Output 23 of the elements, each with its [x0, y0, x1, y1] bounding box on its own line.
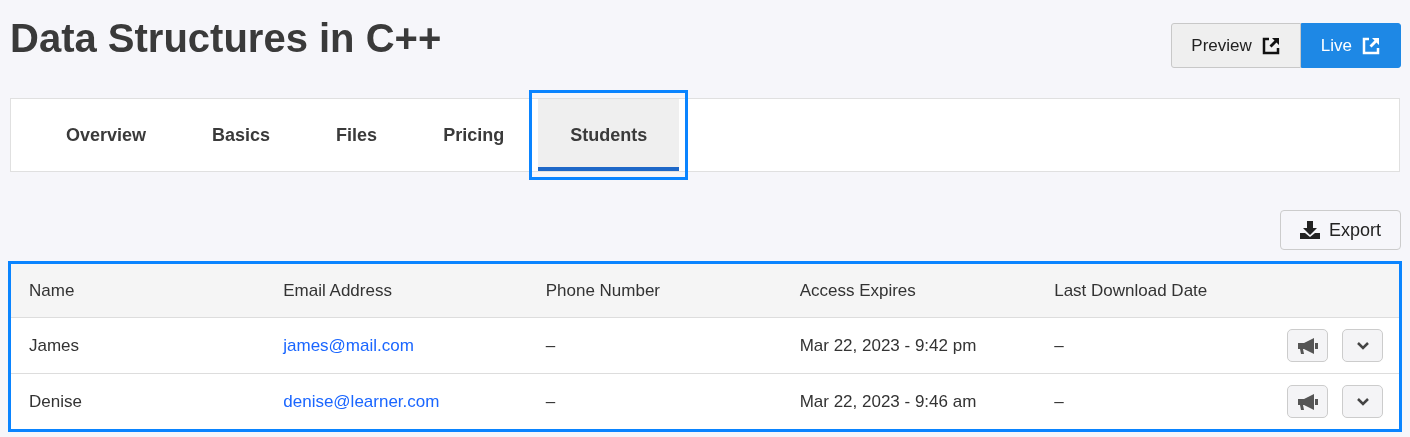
email-link[interactable]: james@mail.com [283, 335, 414, 355]
table-cell: – [545, 335, 556, 355]
tab[interactable]: Basics [180, 99, 303, 171]
tab[interactable]: Overview [34, 99, 179, 171]
table-cell: – [545, 391, 556, 411]
column-header: Access Expires [799, 280, 916, 300]
table-cell: Mar 22, 2023 - 9:46 am [799, 391, 977, 411]
tab[interactable]: Files [304, 99, 410, 171]
column-header: Name [29, 280, 75, 300]
table-cell: Mar 22, 2023 - 9:42 pm [799, 335, 977, 355]
column-header: Email Address [283, 280, 392, 300]
page-title: Data Structures in C++ [10, 15, 442, 62]
table-cell: Denise [29, 391, 82, 411]
export-button[interactable]: Export [1279, 210, 1401, 250]
column-header: Phone Number [545, 280, 661, 300]
table-cell: James [29, 335, 80, 355]
email-link[interactable]: denise@learner.com [283, 391, 440, 411]
table-cell: – [1054, 391, 1064, 411]
preview-button[interactable]: Preview [1171, 23, 1301, 68]
tab[interactable]: Pricing [411, 99, 537, 171]
live-button[interactable]: Live [1300, 23, 1401, 68]
column-header: Last Download Date [1054, 280, 1208, 300]
table-cell: – [1054, 335, 1064, 355]
